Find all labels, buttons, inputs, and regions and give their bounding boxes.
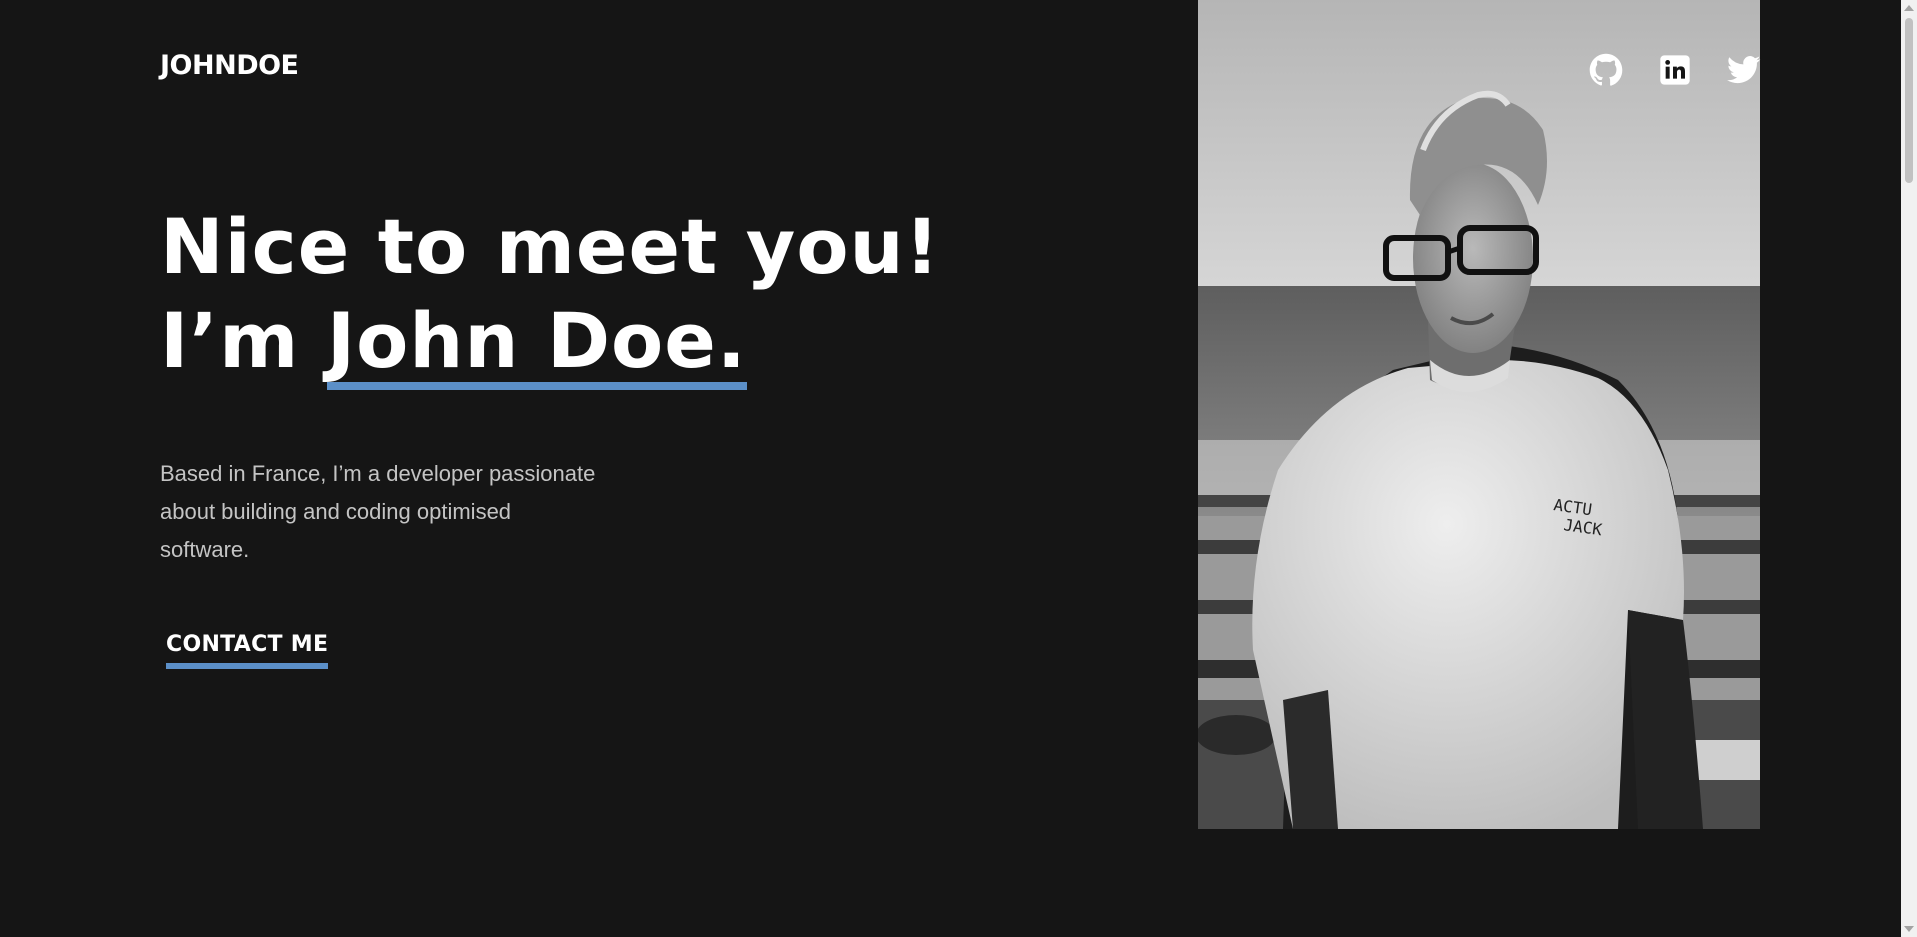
page-scrollbar[interactable] [1901,0,1917,937]
headline-line-1: Nice to meet you! [160,202,941,291]
twitter-link[interactable] [1726,52,1762,88]
page: JOHNDOE Nice to meet you! I’m John Doe. … [0,0,1917,937]
headline-name: John Doe. [326,300,747,390]
site-logo[interactable]: JOHNDOE [160,50,299,81]
intro-text: Based in France, I’m a developer passion… [160,461,596,562]
contact-me-button[interactable]: CONTACT ME [166,632,329,669]
scroll-up-arrow-icon[interactable] [1904,5,1914,11]
github-icon [1589,53,1623,86]
scroll-down-arrow-icon[interactable] [1904,926,1914,932]
hero-section: Nice to meet you! I’m John Doe. [160,200,940,390]
scrollbar-thumb[interactable] [1905,18,1913,183]
headline-prefix: I’m [160,296,327,385]
hero-headline: Nice to meet you! I’m John Doe. [160,200,940,390]
linkedin-link[interactable] [1657,52,1693,88]
linkedin-icon [1660,55,1690,85]
headline-line-2: I’m John Doe. [160,294,940,390]
profile-photo: ACTU JACK [1198,0,1760,829]
github-link[interactable] [1588,52,1624,88]
twitter-icon [1727,56,1761,84]
social-links [1588,52,1762,88]
